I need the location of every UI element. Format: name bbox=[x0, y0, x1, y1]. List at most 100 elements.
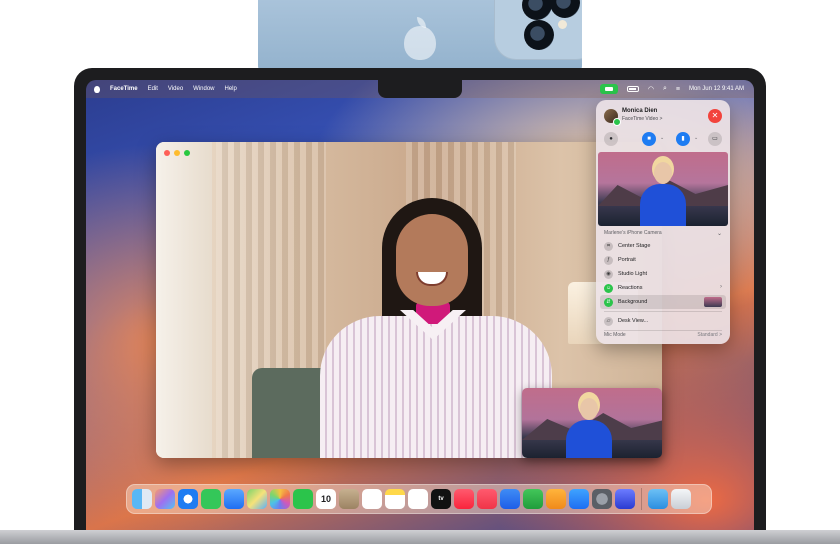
maps-icon[interactable] bbox=[247, 489, 267, 509]
menu-help[interactable]: Help bbox=[225, 86, 237, 92]
screen-share-icon: ▭ bbox=[712, 136, 718, 142]
window-controls bbox=[164, 150, 190, 156]
effect-label: Center Stage bbox=[618, 243, 651, 249]
dock-separator bbox=[641, 488, 642, 510]
mail-icon[interactable] bbox=[224, 489, 244, 509]
safari-icon[interactable] bbox=[178, 489, 198, 509]
iphone-mirroring-icon[interactable] bbox=[615, 489, 635, 509]
freeform-icon[interactable] bbox=[408, 489, 428, 509]
effect-reactions[interactable]: ☺ Reactions › bbox=[600, 281, 726, 295]
video-effects-panel: Monica Dien FaceTime Video > ✕ ● ■ ⌄ ▮ ⌄… bbox=[596, 100, 730, 344]
effect-label: Studio Light bbox=[618, 271, 648, 277]
keynote-icon[interactable] bbox=[500, 489, 520, 509]
studio-light-icon: ◉ bbox=[604, 269, 613, 279]
contacts-icon[interactable] bbox=[339, 489, 359, 509]
camera-source-header[interactable]: Marlene’s iPhone Camera ⌄ bbox=[604, 230, 722, 237]
zoom-window-button[interactable] bbox=[184, 150, 190, 156]
screen-share-button[interactable]: ▭ bbox=[708, 132, 722, 146]
mic-mode-value[interactable]: Standard > bbox=[697, 332, 722, 338]
menu-app-name[interactable]: FaceTime bbox=[110, 86, 138, 92]
microphone-icon: ▮ bbox=[681, 136, 685, 142]
trash-icon[interactable] bbox=[671, 489, 691, 509]
end-call-button[interactable]: ✕ bbox=[708, 109, 722, 123]
divider bbox=[604, 330, 722, 331]
effect-label: Reactions bbox=[618, 285, 643, 291]
chevron-down-icon[interactable]: ⌄ bbox=[660, 135, 664, 141]
participant-face bbox=[396, 214, 468, 306]
iphone-continuity-camera bbox=[258, 0, 582, 72]
camera-lens-icon bbox=[524, 20, 554, 50]
menu-window[interactable]: Window bbox=[193, 86, 214, 92]
dock: 10 tv bbox=[126, 484, 712, 514]
camera-preview bbox=[598, 152, 728, 226]
desktop-screen: FaceTime Edit Video Window Help ◠ ⌕ ≡ Mo… bbox=[86, 80, 754, 530]
remote-participant-video bbox=[320, 198, 552, 458]
effect-label: Portrait bbox=[618, 257, 636, 263]
apple-menu-icon[interactable] bbox=[94, 85, 100, 93]
numbers-icon[interactable] bbox=[523, 489, 543, 509]
mic-toggle-button[interactable]: ▮ bbox=[676, 132, 690, 146]
music-icon[interactable] bbox=[454, 489, 474, 509]
background-thumbnail[interactable] bbox=[704, 297, 722, 307]
notes-icon[interactable] bbox=[385, 489, 405, 509]
system-settings-icon[interactable] bbox=[592, 489, 612, 509]
messages-button[interactable]: ● bbox=[604, 132, 618, 146]
photos-icon[interactable] bbox=[270, 489, 290, 509]
chevron-down-icon[interactable]: ⌄ bbox=[694, 135, 698, 141]
self-view-pip[interactable] bbox=[522, 388, 662, 458]
effect-studio-light[interactable]: ◉ Studio Light bbox=[600, 267, 726, 281]
effect-portrait[interactable]: ƒ Portrait bbox=[600, 253, 726, 267]
portrait-icon: ƒ bbox=[604, 255, 613, 265]
apple-logo-icon bbox=[404, 17, 436, 60]
effect-background[interactable]: ⇵ Background bbox=[600, 295, 726, 309]
window-frame-background bbox=[156, 142, 212, 458]
divider bbox=[604, 311, 722, 312]
effect-center-stage[interactable]: ⌗ Center Stage bbox=[600, 239, 726, 253]
reminders-icon[interactable] bbox=[362, 489, 382, 509]
tv-icon[interactable]: tv bbox=[431, 489, 451, 509]
display-notch bbox=[378, 80, 462, 98]
messages-icon[interactable] bbox=[201, 489, 221, 509]
preview-head bbox=[654, 162, 672, 184]
minimize-window-button[interactable] bbox=[174, 150, 180, 156]
app-store-icon[interactable] bbox=[569, 489, 589, 509]
downloads-folder-icon[interactable] bbox=[648, 489, 668, 509]
call-type-link[interactable]: FaceTime Video > bbox=[622, 116, 662, 122]
finder-icon[interactable] bbox=[132, 489, 152, 509]
news-icon[interactable] bbox=[477, 489, 497, 509]
caller-name: Monica Dien bbox=[622, 108, 658, 114]
desk-view-icon: ▱ bbox=[604, 316, 613, 326]
video-indicator-icon[interactable] bbox=[599, 84, 618, 94]
battery-icon[interactable] bbox=[626, 86, 639, 92]
chair-background bbox=[252, 368, 330, 458]
call-controls: ● ■ ⌄ ▮ ⌄ ▭ bbox=[604, 132, 722, 146]
participant-shirt bbox=[320, 316, 552, 458]
effect-desk-view[interactable]: ▱ Desk View... bbox=[600, 314, 726, 328]
facetime-icon[interactable] bbox=[293, 489, 313, 509]
launchpad-icon[interactable] bbox=[155, 489, 175, 509]
call-header: Monica Dien FaceTime Video > ✕ bbox=[604, 107, 722, 127]
pages-icon[interactable] bbox=[546, 489, 566, 509]
center-stage-icon: ⌗ bbox=[604, 241, 613, 251]
close-icon: ✕ bbox=[711, 111, 719, 120]
camera-source-label: Marlene’s iPhone Camera bbox=[604, 230, 662, 236]
control-center-icon[interactable]: ≡ bbox=[676, 86, 680, 93]
menu-clock[interactable]: Mon Jun 12 9:41 AM bbox=[689, 86, 744, 92]
video-effects-list: ⌗ Center Stage ƒ Portrait ◉ Studio Light… bbox=[600, 239, 726, 333]
wifi-icon[interactable]: ◠ bbox=[648, 85, 654, 93]
macbook-base bbox=[0, 530, 840, 544]
menu-video[interactable]: Video bbox=[168, 86, 183, 92]
caller-avatar bbox=[604, 109, 621, 126]
video-camera-icon: ■ bbox=[647, 136, 651, 142]
search-icon[interactable]: ⌕ bbox=[663, 85, 667, 93]
menu-edit[interactable]: Edit bbox=[148, 86, 158, 92]
camera-flash-icon bbox=[558, 20, 567, 29]
camera-toggle-button[interactable]: ■ bbox=[642, 132, 656, 146]
preview-body bbox=[640, 184, 686, 226]
chevron-down-icon[interactable]: ⌄ bbox=[717, 230, 722, 237]
close-window-button[interactable] bbox=[164, 150, 170, 156]
chevron-right-icon: › bbox=[720, 284, 722, 290]
calendar-icon[interactable]: 10 bbox=[316, 489, 336, 509]
self-view-body bbox=[566, 420, 612, 458]
mic-mode-row[interactable]: Mic Mode Standard > bbox=[604, 332, 722, 338]
